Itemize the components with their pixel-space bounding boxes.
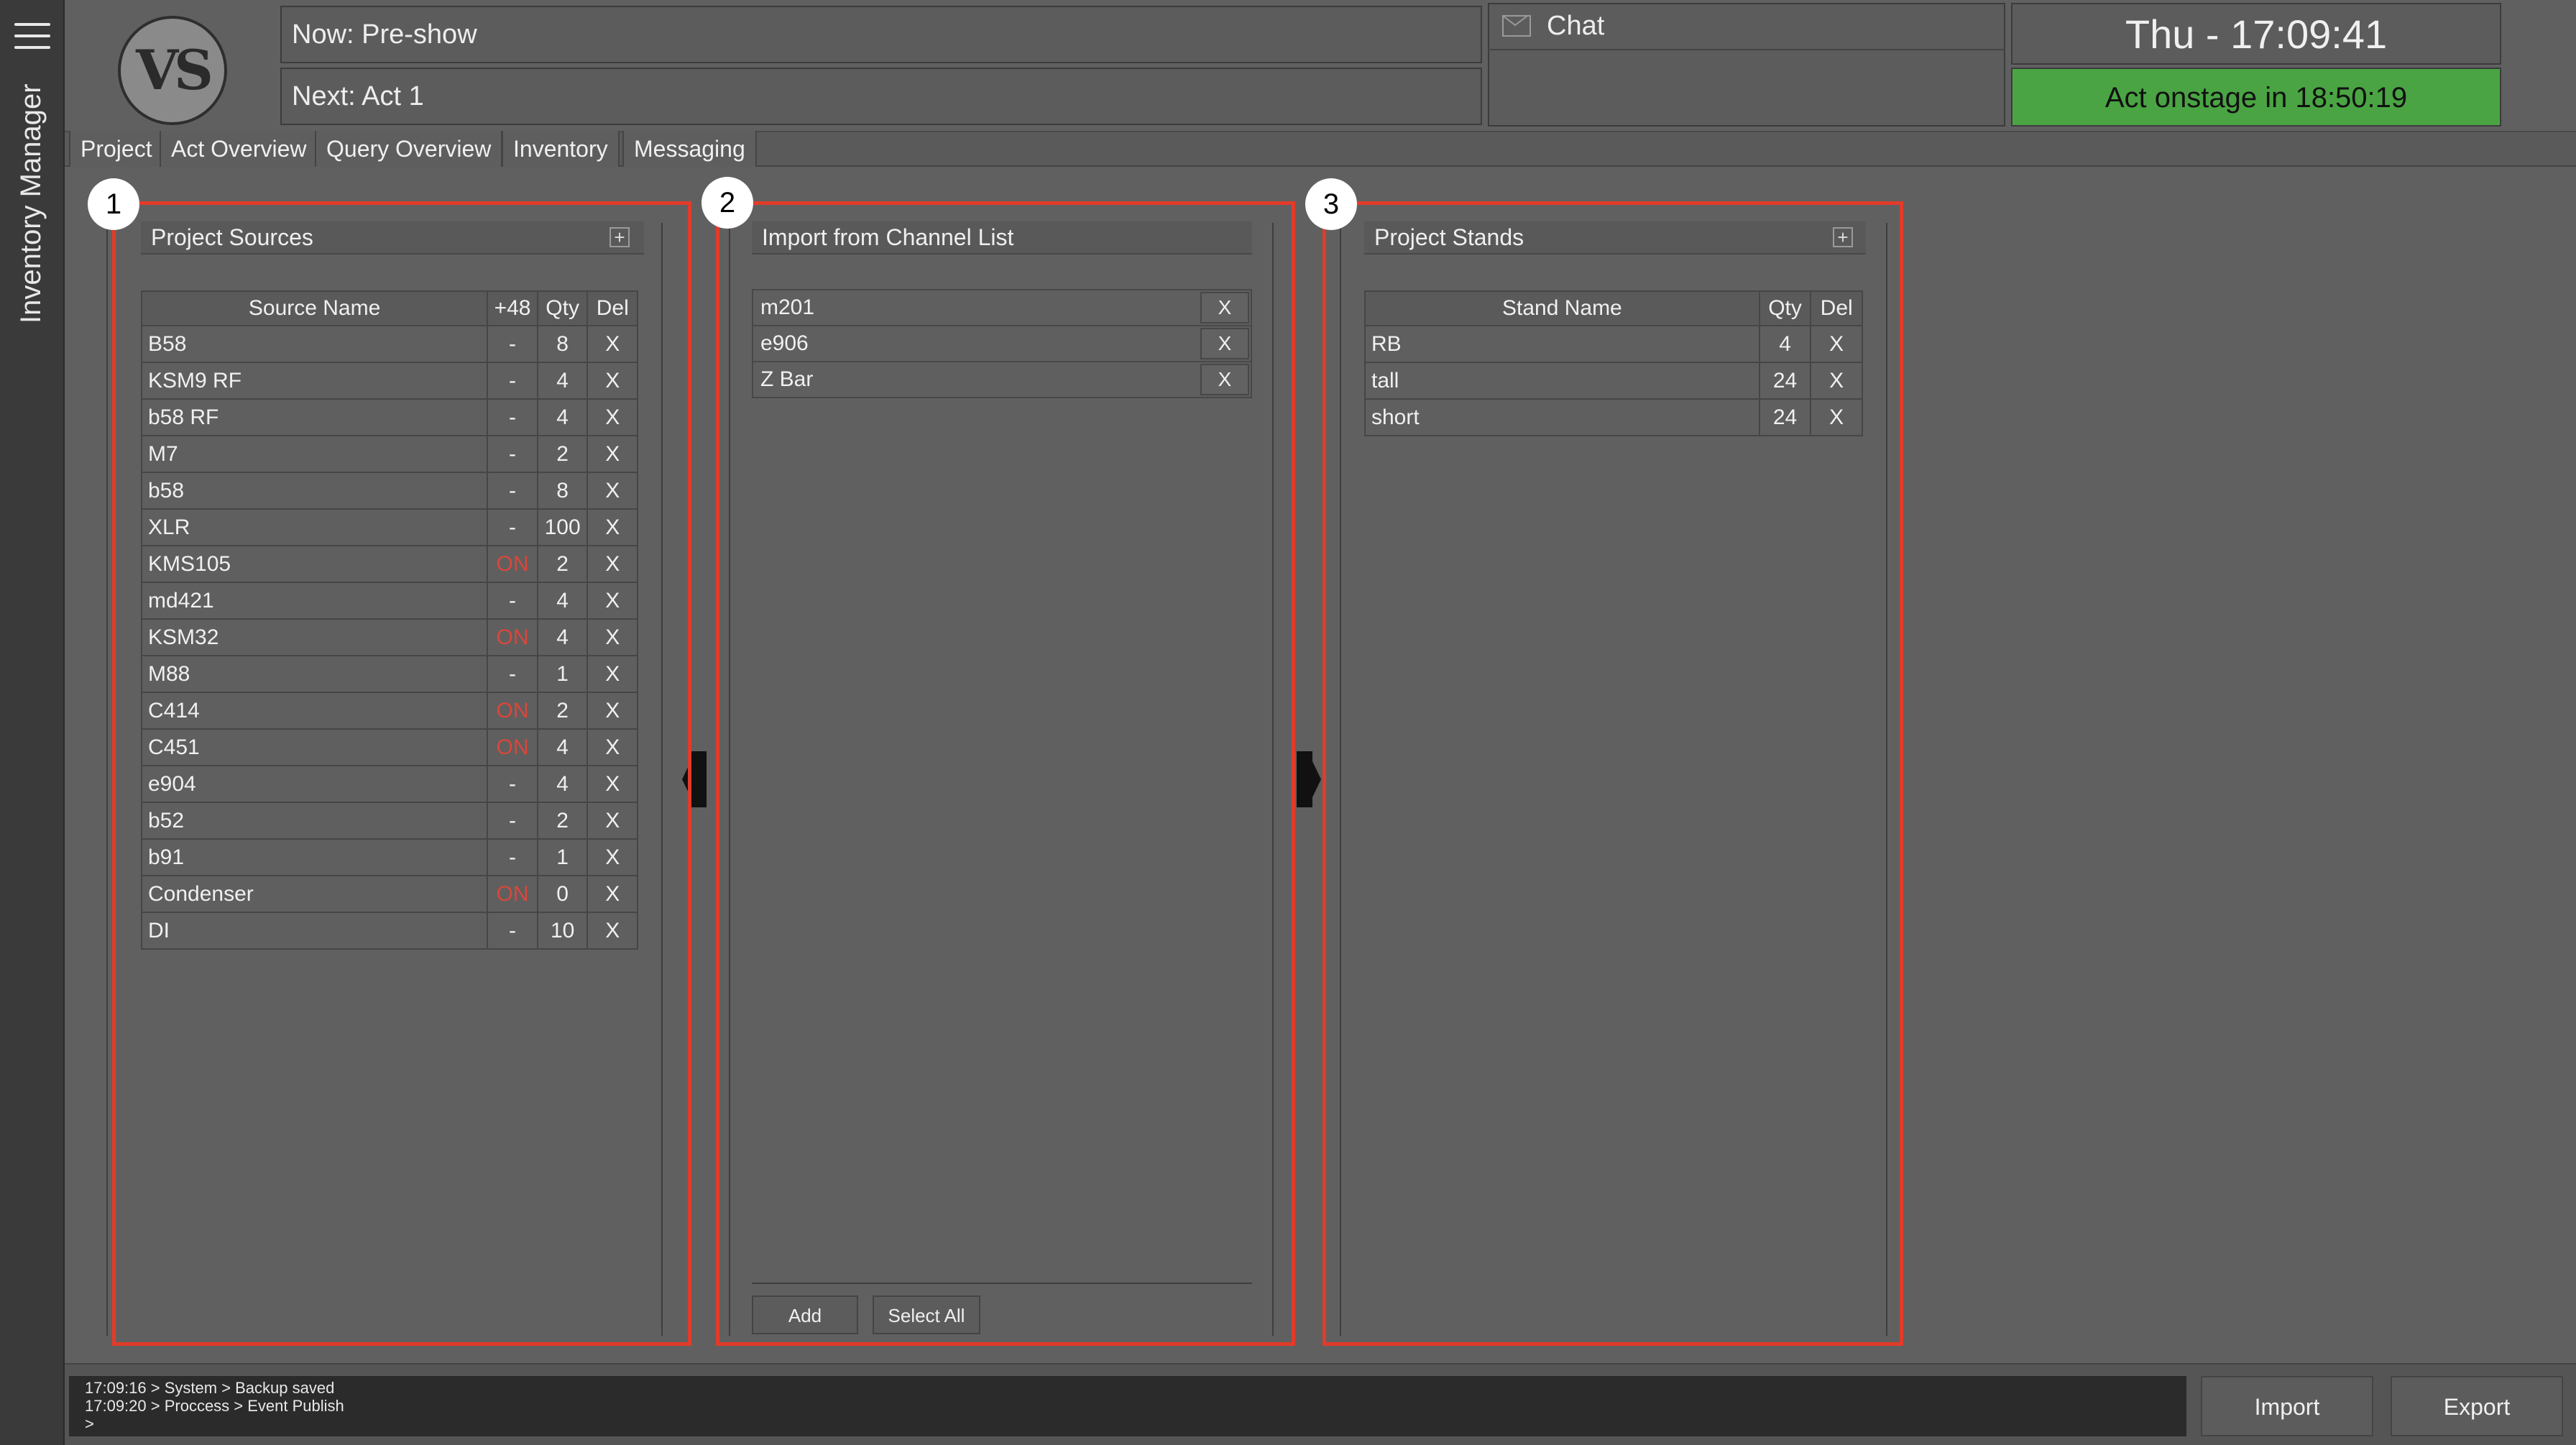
envelope-icon — [1502, 15, 1531, 37]
log-prompt: > — [85, 1415, 94, 1433]
expand-right-arrow-icon[interactable] — [1297, 751, 1321, 807]
import-button[interactable]: Import — [2201, 1376, 2373, 1436]
highlight-box-stands — [1322, 201, 1903, 1346]
highlight-box-sources — [112, 201, 691, 1346]
highlight-box-channel-import — [716, 201, 1295, 1346]
annotation-badge-3: 3 — [1305, 178, 1357, 230]
onstage-countdown: Act onstage in 18:50:19 — [2011, 68, 2501, 127]
hamburger-menu-icon[interactable] — [14, 22, 50, 50]
tab-act-overview[interactable]: Act Overview — [160, 131, 318, 167]
log-line: 17:09:20 > Proccess > Event Publish — [85, 1397, 344, 1415]
logo-text: VS — [136, 38, 213, 102]
log-line: 17:09:16 > System > Backup saved — [85, 1379, 335, 1397]
chat-header[interactable]: Chat — [1488, 3, 2005, 50]
sidebar-title: Inventory Manager — [15, 83, 47, 324]
chat-label: Chat — [1547, 10, 1605, 41]
annotation-badge-1: 1 — [88, 178, 139, 230]
tab-inventory[interactable]: Inventory — [502, 131, 620, 167]
annotation-badge-2: 2 — [702, 177, 753, 229]
console-log[interactable]: 17:09:16 > System > Backup saved 17:09:2… — [69, 1376, 2186, 1436]
tab-query-overview[interactable]: Query Overview — [315, 131, 503, 167]
now-status: Now: Pre-show — [280, 6, 1482, 63]
divider — [106, 223, 108, 1336]
export-button[interactable]: Export — [2391, 1376, 2563, 1436]
next-status: Next: Act 1 — [280, 68, 1482, 125]
clock: Thu - 17:09:41 — [2011, 3, 2501, 65]
tab-project[interactable]: Project — [69, 131, 164, 167]
tab-messaging[interactable]: Messaging — [622, 131, 757, 167]
